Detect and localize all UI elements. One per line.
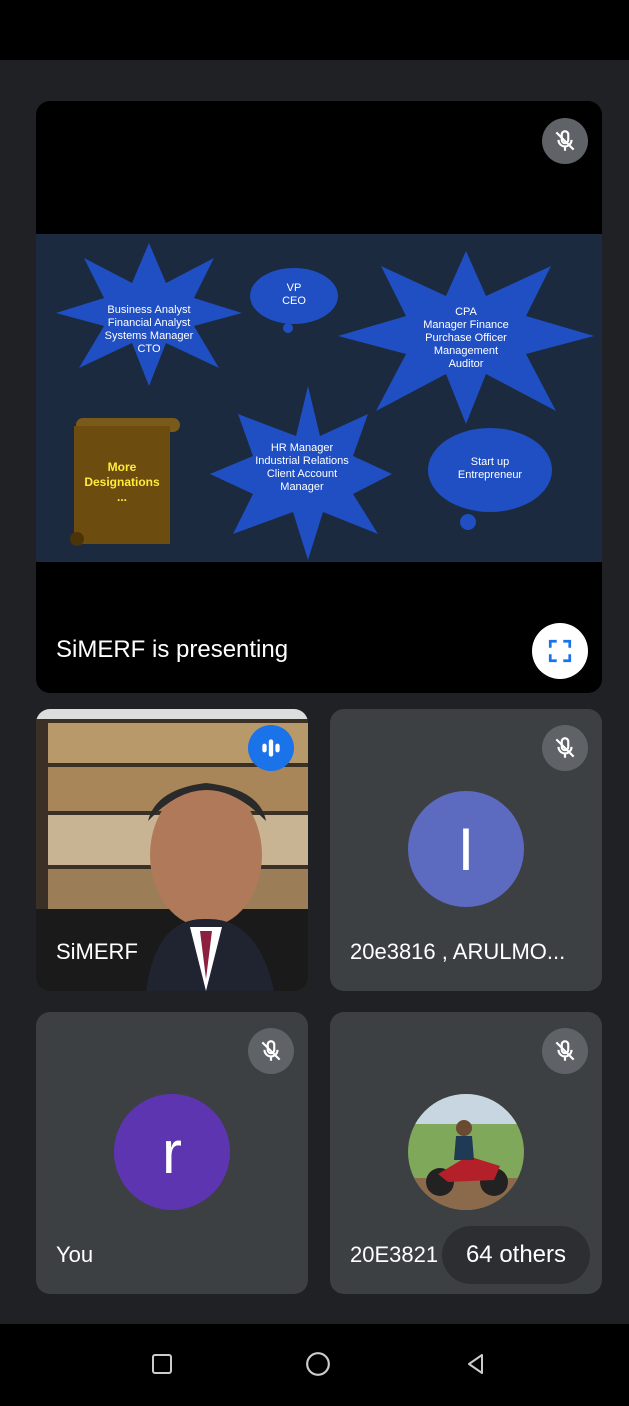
presentation-tile[interactable]: Business Analyst Financial Analyst Syste… — [36, 101, 602, 693]
others-button[interactable]: 64 others — [442, 1226, 590, 1284]
speaking-icon — [262, 739, 280, 757]
burst-text-finance: CPA Manager Finance Purchase Officer Man… — [396, 306, 536, 371]
burst-line: CPA — [455, 306, 477, 318]
burst-line: Management — [433, 345, 499, 357]
speaking-indicator — [248, 725, 294, 771]
nav-back-icon — [468, 1354, 483, 1374]
burst-line: Manager — [280, 481, 324, 493]
burst-line: Purchase Officer — [425, 332, 507, 344]
nav-home-icon — [306, 1352, 330, 1376]
status-bar — [0, 0, 629, 60]
participant-tile-simerf[interactable]: SiMERF — [36, 709, 308, 991]
burst-line: Auditor — [448, 358, 484, 370]
cloud-line: Entrepreneur — [457, 469, 523, 481]
participant-tile-you[interactable]: r You — [36, 1012, 308, 1294]
avatar: I — [408, 791, 524, 907]
scroll-line: More — [107, 460, 137, 474]
burst-line: CTO — [137, 343, 161, 355]
mic-off-icon — [542, 118, 588, 164]
fullscreen-button[interactable] — [532, 623, 588, 679]
participant-name: You — [56, 1242, 94, 1267]
mic-off-icon — [542, 1028, 588, 1074]
burst-line: Industrial Relations — [255, 455, 349, 467]
nav-home-button[interactable] — [298, 1344, 338, 1384]
presenting-label: SiMERF is presenting — [56, 636, 289, 663]
participant-name: 20E3821 — [350, 1242, 439, 1267]
nav-recents-icon — [152, 1354, 172, 1374]
burst-line: Business Analyst — [107, 304, 191, 316]
burst-line: Systems Manager — [104, 330, 194, 342]
nav-back-button[interactable] — [456, 1344, 496, 1384]
presentation-slide: Business Analyst Financial Analyst Syste… — [36, 234, 602, 562]
burst-line: Manager Finance — [423, 319, 509, 331]
burst-line: HR Manager — [270, 442, 334, 454]
avatar: r — [114, 1094, 230, 1210]
scroll-line: ... — [116, 490, 127, 504]
scroll-line: Designations — [84, 475, 160, 489]
participant-tile-arulmo[interactable]: I 20e3816 , ARULMO... — [330, 709, 602, 991]
nav-recents-button[interactable] — [142, 1344, 182, 1384]
fullscreen-icon — [548, 639, 572, 663]
burst-line: Financial Analyst — [107, 317, 191, 329]
cloud-line: CEO — [282, 295, 306, 307]
cloud-text-executive: VP CEO — [258, 282, 330, 308]
avatar — [408, 1094, 524, 1210]
cloud-line: Start up — [470, 456, 510, 468]
mic-off-icon — [248, 1028, 294, 1074]
burst-line: Client Account — [266, 468, 338, 480]
scroll-text: More Designations ... — [74, 460, 170, 505]
burst-text-hr: HR Manager Industrial Relations Client A… — [246, 442, 358, 494]
system-navigation-bar — [0, 1324, 629, 1406]
cloud-text-entrepreneur: Start up Entrepreneur — [436, 456, 544, 482]
participant-name: 20e3816 , ARULMO... — [350, 939, 566, 964]
cloud-line: VP — [286, 282, 302, 294]
burst-text-roles-1: Business Analyst Financial Analyst Syste… — [94, 304, 204, 356]
participant-name: SiMERF — [56, 939, 138, 964]
mic-off-icon — [542, 725, 588, 771]
